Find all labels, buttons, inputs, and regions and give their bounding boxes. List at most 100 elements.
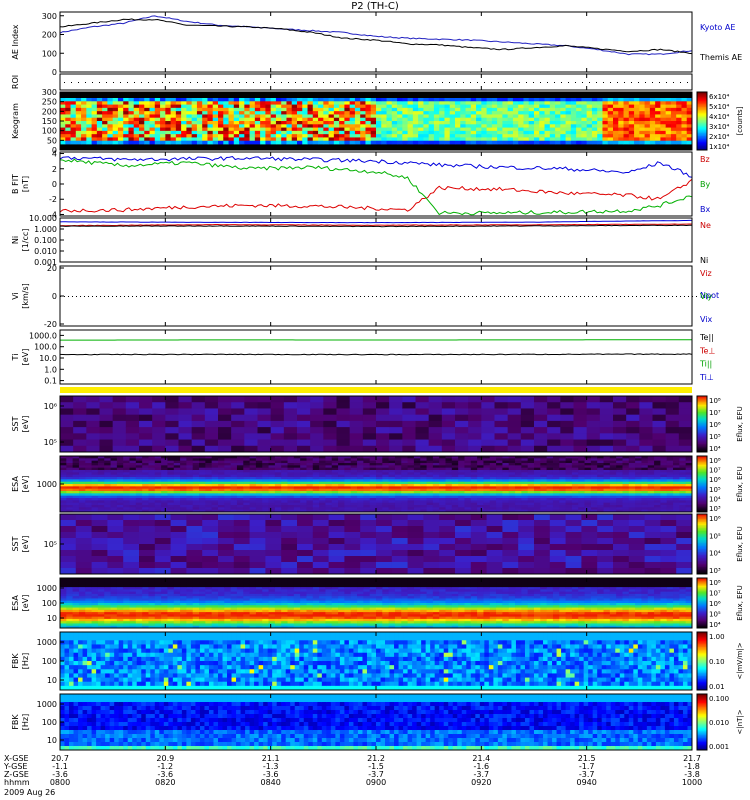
keogram-cell: [449, 130, 456, 135]
roi-dot: [218, 82, 219, 83]
esa_e-cell: [394, 505, 402, 508]
esa_e-cell: [622, 498, 630, 501]
mode-bar: [60, 387, 692, 393]
velocity-zero-dot: [544, 296, 545, 297]
esa_e-cell: [293, 507, 301, 511]
esa_e-cell: [622, 467, 630, 471]
esa_e-cell: [135, 463, 143, 466]
keogram-cell: [665, 124, 672, 128]
esa_e-cell: [255, 493, 263, 497]
esa_e-cell: [300, 502, 307, 506]
esa_e-cell: [249, 505, 257, 508]
esa_e-cell: [211, 493, 219, 497]
esa_e-cell: [224, 458, 232, 462]
esa_e-cell: [407, 507, 415, 511]
keogram-cell: [391, 117, 398, 122]
keogram-cell: [297, 104, 303, 109]
keogram-cell: [418, 137, 424, 142]
esa_e-cell: [110, 502, 118, 506]
esa_e-cell: [464, 463, 472, 466]
esa_e-cell: [205, 474, 213, 478]
keogram-cell: [202, 124, 208, 128]
keogram-cell: [123, 137, 129, 142]
esa_e-cell: [319, 491, 326, 494]
sst_e-cell: [402, 408, 416, 416]
keogram-cell: [449, 107, 456, 112]
keogram-cell: [144, 107, 150, 112]
esa_e-cell: [578, 460, 585, 464]
sst_e-cell: [678, 402, 693, 409]
esa_e-cell: [521, 458, 529, 462]
esa_e-cell: [60, 507, 67, 511]
sst_e-cell: [270, 445, 285, 453]
keogram-cell: [223, 114, 229, 119]
sst_e-cell: [86, 420, 100, 428]
esa_e-cell: [369, 479, 377, 483]
keogram-cell: [376, 124, 382, 128]
keogram-cell: [507, 130, 514, 135]
esa_e-cell: [552, 498, 560, 501]
keogram-cell: [360, 134, 366, 138]
esa_e-cell: [91, 479, 99, 483]
esa_e-cell: [382, 484, 390, 487]
esa_e-cell: [451, 486, 459, 490]
esa_e-cell: [470, 460, 478, 464]
keogram-cell: [623, 140, 630, 145]
esa_e-cell: [628, 470, 636, 473]
velocity-zero-dot: [204, 296, 205, 297]
keogram-cell: [449, 137, 456, 142]
esa_e-cell: [306, 505, 314, 508]
keogram-cell: [218, 137, 224, 142]
keogram-cell: [449, 124, 456, 128]
keogram-cell: [165, 121, 171, 125]
sst_e-cell: [402, 420, 416, 428]
esa_e-cell: [628, 472, 636, 476]
keogram-cell: [249, 98, 256, 102]
sst_e-cell: [678, 427, 693, 434]
esa_e-cell: [502, 479, 510, 483]
sst_e-cell: [297, 408, 311, 416]
esa_e-cell: [420, 495, 427, 499]
sst_e-cell: [481, 396, 495, 403]
esa_e-cell: [110, 500, 118, 504]
sst_e-cell: [349, 439, 364, 447]
keogram-cell: [344, 140, 351, 145]
keogram-cell: [497, 107, 503, 112]
keogram-cell: [207, 124, 214, 128]
esa_e-cell: [274, 484, 282, 487]
keogram-cell: [602, 130, 609, 135]
keogram-cell: [260, 107, 266, 112]
velocity-zero-dot: [188, 296, 189, 297]
esa_e-cell: [647, 486, 655, 490]
esa_e-cell: [571, 491, 579, 494]
keogram-cell: [165, 130, 171, 135]
keogram-cell: [175, 124, 182, 128]
keogram-cell: [107, 124, 114, 128]
esa_e-cell: [515, 486, 522, 490]
keogram-cell: [644, 137, 651, 142]
esa_e-cell: [628, 498, 636, 501]
esa_e-cell: [357, 500, 364, 504]
keogram-cell: [307, 121, 314, 125]
keogram-cell: [639, 101, 645, 105]
keogram-cell: [486, 111, 493, 115]
velocity-zero-dot: [372, 296, 373, 297]
esa_e-cell: [426, 463, 434, 466]
keogram-cell: [70, 111, 77, 115]
esa_e-cell: [60, 472, 67, 476]
esa_e-cell: [199, 500, 206, 504]
esa_e-cell: [262, 484, 269, 487]
sst_e-cell: [402, 414, 416, 422]
keogram-cell: [444, 130, 451, 135]
roi-dot: [449, 82, 450, 83]
esa_e-cell: [78, 463, 86, 466]
esa_e-cell: [129, 502, 137, 506]
esa_e-cell: [148, 477, 156, 480]
velocity-zero-dot: [588, 296, 589, 297]
keogram-cell: [154, 98, 161, 102]
bfield-line-bx: [59, 155, 693, 178]
esa_e-cell: [603, 502, 611, 506]
keogram-cell: [239, 107, 245, 112]
esa_e-cell: [413, 463, 421, 466]
esa_e-cell: [97, 465, 105, 469]
